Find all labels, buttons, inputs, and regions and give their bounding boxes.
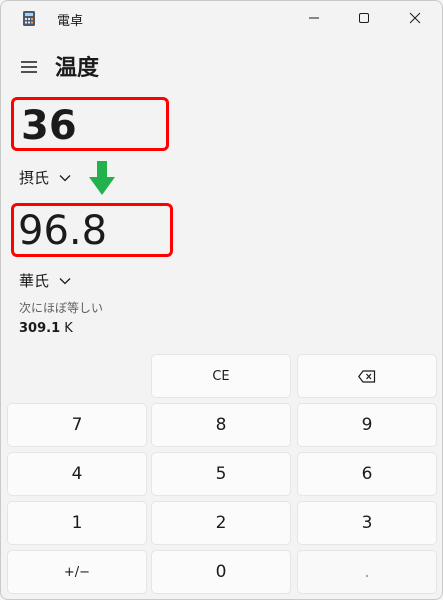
digit-2-button[interactable]: 2	[151, 501, 291, 545]
title-bar: 電卓	[1, 1, 442, 35]
digit-0-button[interactable]: 0	[151, 550, 291, 594]
digit-9-button[interactable]: 9	[297, 403, 437, 447]
digit-5-button[interactable]: 5	[151, 452, 291, 496]
to-unit-label: 華氏	[19, 272, 50, 290]
input-value[interactable]: 36	[21, 101, 77, 151]
approx-value: 309.1 K	[19, 321, 73, 336]
decimal-button[interactable]: .	[297, 550, 437, 594]
hamburger-icon	[21, 61, 37, 73]
close-button[interactable]	[392, 1, 438, 35]
page-title: 温度	[55, 56, 100, 81]
approx-number: 309.1	[19, 321, 61, 336]
backspace-icon	[358, 369, 376, 383]
chevron-down-icon	[59, 174, 71, 181]
minimize-button[interactable]	[291, 1, 337, 35]
backspace-button[interactable]	[297, 354, 437, 398]
digit-8-button[interactable]: 8	[151, 403, 291, 447]
digit-4-button[interactable]: 4	[7, 452, 147, 496]
digit-1-button[interactable]: 1	[7, 501, 147, 545]
digit-3-button[interactable]: 3	[297, 501, 437, 545]
to-unit-dropdown[interactable]: 華氏	[19, 270, 71, 291]
output-value[interactable]: 96.8	[18, 207, 107, 255]
chevron-down-icon	[59, 277, 71, 284]
calculator-window: 電卓 温度 36 摂氏 96.8 華氏 次にほぼ等しい 309.1 K CE 7…	[0, 0, 443, 600]
maximize-button[interactable]	[341, 1, 387, 35]
clear-entry-button[interactable]: CE	[151, 354, 291, 398]
minimize-icon	[309, 17, 319, 19]
calculator-app-icon	[23, 11, 35, 26]
navigation-menu-button[interactable]	[17, 55, 41, 79]
approx-label: 次にほぼ等しい	[19, 301, 104, 315]
digit-6-button[interactable]: 6	[297, 452, 437, 496]
window-title: 電卓	[57, 14, 84, 29]
maximize-icon	[359, 13, 369, 23]
negate-button[interactable]: +/−	[7, 550, 147, 594]
from-unit-dropdown[interactable]: 摂氏	[19, 167, 71, 188]
arrow-down-icon	[89, 161, 115, 195]
from-unit-label: 摂氏	[19, 169, 50, 187]
digit-7-button[interactable]: 7	[7, 403, 147, 447]
close-icon	[409, 12, 421, 24]
approx-unit: K	[64, 321, 73, 336]
